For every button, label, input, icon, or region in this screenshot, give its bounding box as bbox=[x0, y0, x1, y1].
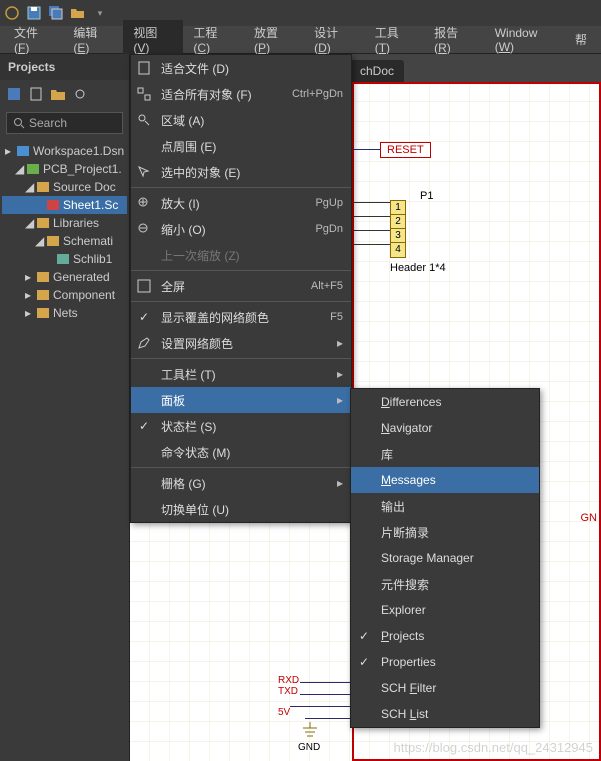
tree-item[interactable]: ▸Generated bbox=[2, 268, 127, 286]
menu-item[interactable]: 适合所有对象 (F)Ctrl+PgDn bbox=[131, 81, 351, 107]
open-icon[interactable] bbox=[70, 5, 86, 21]
net-label-gn: GN bbox=[581, 512, 598, 524]
submenu-item[interactable]: ✓Properties bbox=[351, 649, 539, 675]
net-label-gnd: GND bbox=[298, 742, 320, 753]
projects-tree: ▸Workspace1.Dsn◢PCB_Project1.◢Source Doc… bbox=[0, 138, 129, 326]
submenu-item[interactable]: Differences bbox=[351, 389, 539, 415]
submenu-item[interactable]: 片断摘录 bbox=[351, 519, 539, 545]
menu-item[interactable]: 面板▸ bbox=[131, 387, 351, 413]
menubar: 文件 (F) 编辑 (E) 视图 (V) 工程 (C) 放置 (P) 设计 (D… bbox=[0, 26, 601, 54]
designator-p1: P1 bbox=[420, 190, 433, 202]
net-label-reset[interactable]: RESET bbox=[380, 142, 431, 158]
menu-item[interactable]: 设置网络颜色▸ bbox=[131, 330, 351, 356]
component-header[interactable]: 1 2 3 4 bbox=[390, 200, 406, 258]
menu-item[interactable]: 缩小 (O)PgDn bbox=[131, 216, 351, 242]
projects-title: Projects bbox=[0, 54, 129, 80]
net-label-rxd: RXD bbox=[278, 675, 299, 686]
submenu-item[interactable]: Messages bbox=[351, 467, 539, 493]
tree-item[interactable]: Schlib1 bbox=[2, 250, 127, 268]
folder-icon[interactable] bbox=[50, 86, 66, 102]
menu-item[interactable]: ✓状态栏 (S) bbox=[131, 413, 351, 439]
submenu-item[interactable]: 元件搜索 bbox=[351, 571, 539, 597]
menu-item[interactable]: 全屏Alt+F5 bbox=[131, 273, 351, 299]
menu-item[interactable]: 适合文件 (D) bbox=[131, 55, 351, 81]
component-label: Header 1*4 bbox=[390, 262, 446, 274]
menu-item[interactable]: 栅格 (G)▸ bbox=[131, 470, 351, 496]
tree-item[interactable]: ◢Schemati bbox=[2, 232, 127, 250]
app-icon bbox=[4, 5, 20, 21]
projects-panel: Projects Search ▸Workspace1.Dsn◢PCB_Proj… bbox=[0, 54, 130, 761]
tree-item[interactable]: ▸Component bbox=[2, 286, 127, 304]
view-dropdown: 适合文件 (D)适合所有对象 (F)Ctrl+PgDn区域 (A)点周围 (E)… bbox=[130, 54, 352, 523]
tree-item[interactable]: ▸Workspace1.Dsn bbox=[2, 142, 127, 160]
net-label-5v: 5V bbox=[278, 707, 290, 718]
menu-item[interactable]: 区域 (A) bbox=[131, 107, 351, 133]
menu-item[interactable]: 选中的对象 (E) bbox=[131, 159, 351, 185]
submenu-item[interactable]: Explorer bbox=[351, 597, 539, 623]
submenu-item[interactable]: ✓Projects bbox=[351, 623, 539, 649]
doc-icon[interactable] bbox=[28, 86, 44, 102]
menu-item[interactable]: 点周围 (E) bbox=[131, 133, 351, 159]
tree-item[interactable]: ◢Source Doc bbox=[2, 178, 127, 196]
save-icon[interactable] bbox=[6, 86, 22, 102]
submenu-item[interactable]: SCH Filter bbox=[351, 675, 539, 701]
tree-item[interactable]: Sheet1.Sc bbox=[2, 196, 127, 214]
save-all-icon[interactable] bbox=[48, 5, 64, 21]
dropdown-icon[interactable]: ▾ bbox=[92, 5, 108, 21]
search-icon bbox=[13, 117, 25, 129]
menu-item[interactable]: 放大 (I)PgUp bbox=[131, 190, 351, 216]
tab-schdoc[interactable]: chDoc bbox=[350, 60, 404, 82]
menu-item[interactable]: 工具栏 (T)▸ bbox=[131, 361, 351, 387]
submenu-item[interactable]: SCH List bbox=[351, 701, 539, 727]
panel-submenu: DifferencesNavigator库Messages输出片断摘录Stora… bbox=[350, 388, 540, 728]
menu-item[interactable]: 上一次缩放 (Z) bbox=[131, 242, 351, 268]
menu-item[interactable]: 命令状态 (M) bbox=[131, 439, 351, 465]
submenu-item[interactable]: 库 bbox=[351, 441, 539, 467]
submenu-item[interactable]: 输出 bbox=[351, 493, 539, 519]
submenu-item[interactable]: Storage Manager bbox=[351, 545, 539, 571]
net-label-txd: TXD bbox=[278, 686, 298, 697]
menu-item[interactable]: 切换单位 (U) bbox=[131, 496, 351, 522]
save-icon[interactable] bbox=[26, 5, 42, 21]
projects-toolbar bbox=[0, 80, 129, 108]
search-placeholder: Search bbox=[29, 116, 67, 130]
tree-item[interactable]: ◢Libraries bbox=[2, 214, 127, 232]
tree-item[interactable]: ▸Nets bbox=[2, 304, 127, 322]
menu-help[interactable]: 帮 bbox=[565, 27, 597, 52]
gear-icon[interactable] bbox=[72, 86, 88, 102]
tree-item[interactable]: ◢PCB_Project1. bbox=[2, 160, 127, 178]
menu-window[interactable]: Window (W) bbox=[485, 22, 565, 58]
search-input[interactable]: Search bbox=[6, 112, 123, 134]
submenu-item[interactable]: Navigator bbox=[351, 415, 539, 441]
menu-item[interactable]: ✓显示覆盖的网络颜色F5 bbox=[131, 304, 351, 330]
watermark: https://blog.csdn.net/qq_24312945 bbox=[394, 740, 594, 755]
gnd-symbol bbox=[302, 722, 318, 740]
